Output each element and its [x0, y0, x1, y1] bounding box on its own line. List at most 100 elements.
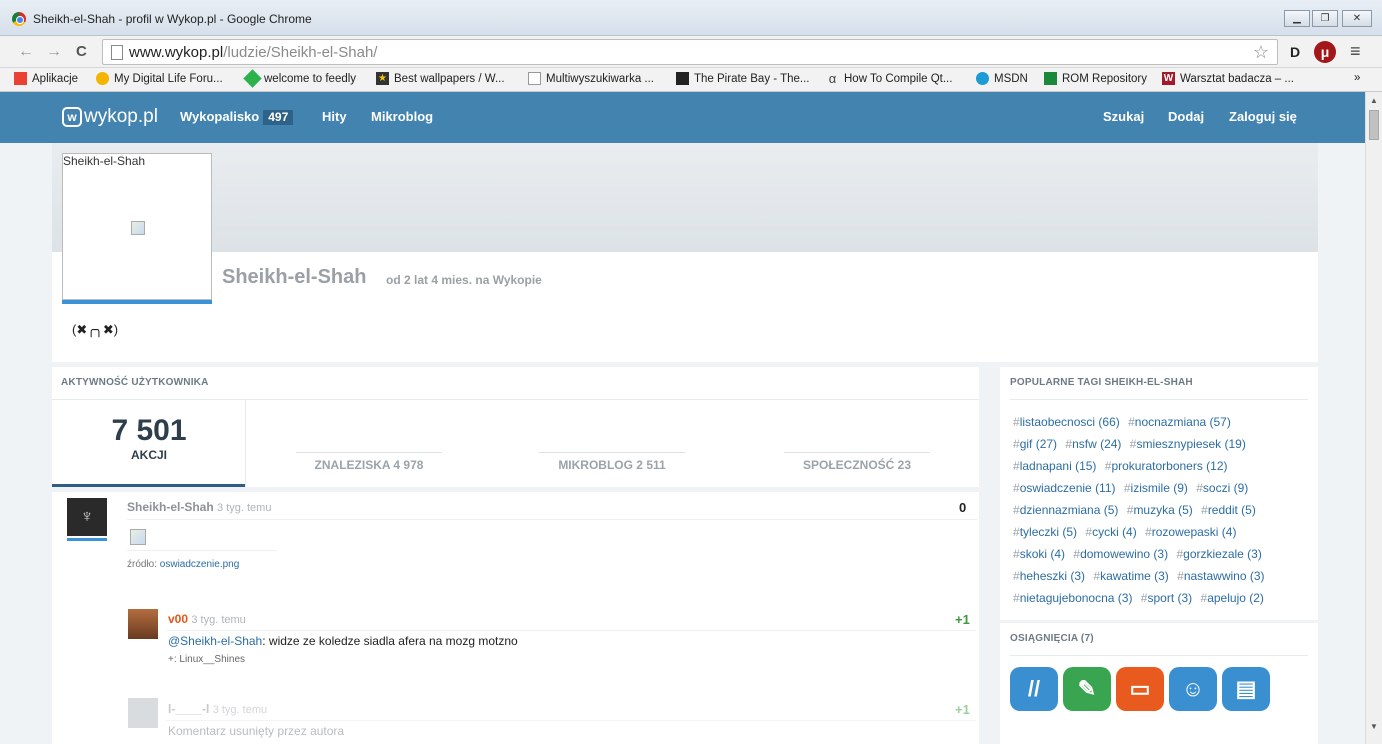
tag-link[interactable]: heheszki (3) [1013, 569, 1085, 583]
nav-mikroblog[interactable]: Mikroblog [371, 109, 433, 124]
table-icon [1044, 72, 1057, 85]
bookmark-piratebay[interactable]: The Pirate Bay - The... [676, 72, 809, 85]
comment-header: v00 3 tyg. temu [168, 612, 246, 626]
profile-banner [52, 143, 1318, 252]
comment-text: Komentarz usunięty przez autora [168, 724, 345, 738]
face-icon[interactable]: ☺ [1169, 667, 1217, 711]
bookmark-warsztat[interactable]: W Warsztat badacza – ... [1162, 72, 1294, 85]
tag-link[interactable]: gif (27) [1013, 437, 1057, 451]
comment-author[interactable]: v00 [168, 612, 188, 626]
pen-icon[interactable]: ✎ [1063, 667, 1111, 711]
site-navbar: w wykop.pl Wykopalisko 497 Hity Mikroblog … [0, 92, 1365, 143]
nav-wykopalisko[interactable]: Wykopalisko 497 [180, 109, 294, 125]
tag-link[interactable]: oswiadczenie (11) [1013, 481, 1116, 495]
mention-link[interactable]: @Sheikh-el-Shah [168, 634, 262, 648]
bookmark-msdn[interactable]: MSDN [976, 72, 1028, 85]
avatar[interactable]: Sheikh-el-Shah [62, 153, 212, 300]
post-header: Sheikh-el-Shah 3 tyg. temu [127, 500, 271, 514]
tags-header: POPULARNE TAGI SHEIKH-EL-SHAH [1010, 377, 1193, 388]
comment-author[interactable]: l-____-l [168, 702, 209, 716]
browser-toolbar: ← → C www.wykop.pl/ludzie/Sheikh-el-Shah… [0, 36, 1382, 68]
reload-icon[interactable]: C [76, 43, 87, 60]
minimize-button[interactable]: ▁ [1284, 10, 1310, 27]
tag-link[interactable]: nastawwino (3) [1177, 569, 1264, 583]
tag-link[interactable]: smiesznypiesek (19) [1130, 437, 1246, 451]
activity-feed: ♆ Sheikh-el-Shah 3 tyg. temu 0 źródło: o… [52, 492, 979, 744]
avatar-underline [67, 538, 107, 541]
bookmark-multiwyszukiwarka[interactable]: Multiwyszukiwarka ... [528, 72, 654, 85]
bookmark-mdl[interactable]: My Digital Life Foru... [96, 72, 223, 85]
back-icon[interactable]: ← [18, 43, 34, 61]
tag-link[interactable]: nietagujebonocna (3) [1013, 591, 1132, 605]
forward-icon[interactable]: → [46, 43, 62, 61]
address-bar[interactable]: www.wykop.pl/ludzie/Sheikh-el-Shah/ ☆ [102, 39, 1278, 65]
wykopalisko-count-badge: 497 [263, 110, 294, 125]
broken-image-icon [131, 221, 145, 235]
comment-time[interactable]: 3 tyg. temu [213, 704, 267, 716]
scroll-thumb[interactable] [1369, 110, 1379, 140]
tag-link[interactable]: sport (3) [1141, 591, 1192, 605]
tag-link[interactable]: ladnapani (15) [1013, 459, 1096, 473]
bookmark-rom-repository[interactable]: ROM Repository [1044, 72, 1147, 85]
post-source-link[interactable]: oswiadczenie.png [160, 559, 240, 570]
tab-spolecznosc[interactable]: SPOŁECZNOŚĆ 23 [784, 452, 930, 472]
bookmark-aplikacje[interactable]: Aplikacje [14, 72, 78, 85]
tag-link[interactable]: skoki (4) [1013, 547, 1065, 561]
tag-link[interactable]: reddit (5) [1201, 503, 1256, 517]
tag-link[interactable]: domowewino (3) [1073, 547, 1168, 561]
id-card-icon[interactable]: ▤ [1222, 667, 1270, 711]
tag-link[interactable]: izismile (9) [1124, 481, 1188, 495]
slashes-icon[interactable]: // [1010, 667, 1058, 711]
scroll-down-icon[interactable]: ▼ [1370, 722, 1378, 731]
divider [1010, 399, 1308, 400]
nav-zaloguj[interactable]: Zaloguj się [1229, 109, 1297, 124]
comment-plus-voters[interactable]: +: Linux__Shines [168, 654, 245, 665]
tag-link[interactable]: rozowepaski (4) [1145, 525, 1236, 539]
actions-total: 7 501 [111, 414, 187, 447]
post-time[interactable]: 3 tyg. temu [217, 502, 271, 514]
scroll-up-icon[interactable]: ▲ [1370, 96, 1378, 105]
tag-link[interactable]: listaobecnosci (66) [1013, 415, 1120, 429]
nav-szukaj[interactable]: Szukaj [1103, 109, 1144, 124]
tab-all-actions[interactable]: 7 501 AKCJI [52, 400, 246, 487]
wykop-logo-icon: w [62, 107, 82, 127]
comment-avatar[interactable] [128, 698, 158, 728]
wykop-logo[interactable]: w wykop.pl [62, 106, 158, 128]
broken-image-icon[interactable] [130, 529, 146, 545]
tag-link[interactable]: apelujo (2) [1201, 591, 1264, 605]
bookmark-star-icon[interactable]: ☆ [1253, 42, 1269, 63]
nav-hity[interactable]: Hity [322, 109, 347, 124]
extension-d-icon[interactable]: D [1284, 41, 1306, 63]
bookmark-wallpapers[interactable]: ★ Best wallpapers / W... [376, 72, 505, 85]
tag-link[interactable]: soczi (9) [1196, 481, 1248, 495]
bookmark-feedly[interactable]: welcome to feedly [243, 69, 356, 88]
post-avatar[interactable]: ♆ [67, 498, 107, 536]
speech-bubble-icon[interactable]: ▭ [1116, 667, 1164, 711]
tag-link[interactable]: tyleczki (5) [1013, 525, 1077, 539]
tab-znaleziska[interactable]: ZNALEZISKA 4 978 [296, 452, 442, 472]
tab-mikroblog[interactable]: MIKROBLOG 2 511 [539, 452, 685, 472]
post-score: 0 [959, 500, 967, 515]
bookmarks-more-button[interactable]: » [1354, 72, 1360, 84]
comment-time[interactable]: 3 tyg. temu [191, 614, 245, 626]
maximize-button[interactable]: ❐ [1312, 10, 1338, 27]
close-button[interactable]: ✕ [1342, 10, 1372, 27]
page-scrollbar[interactable]: ▲ ▼ [1365, 92, 1382, 744]
url-text[interactable]: www.wykop.pl/ludzie/Sheikh-el-Shah/ [129, 44, 377, 61]
utorrent-icon[interactable]: μ [1314, 41, 1336, 63]
bookmark-qt[interactable]: α How To Compile Qt... [826, 72, 953, 85]
tag-link[interactable]: dziennazmiana (5) [1013, 503, 1118, 517]
chrome-menu-icon[interactable]: ≡ [1350, 41, 1361, 62]
tag-link[interactable]: nocnazmiana (57) [1128, 415, 1231, 429]
tag-link[interactable]: kawatime (3) [1093, 569, 1168, 583]
nav-dodaj[interactable]: Dodaj [1168, 109, 1204, 124]
post-author[interactable]: Sheikh-el-Shah [127, 500, 214, 514]
tag-link[interactable]: gorzkiezale (3) [1176, 547, 1261, 561]
apps-grid-icon [14, 72, 27, 85]
tag-link[interactable]: nsfw (24) [1065, 437, 1121, 451]
tag-link[interactable]: muzyka (5) [1127, 503, 1193, 517]
comment-avatar[interactable] [128, 609, 158, 639]
tag-link[interactable]: prokuratorboners (12) [1105, 459, 1228, 473]
activity-panel: AKTYWNOŚĆ UŻYTKOWNIKA 7 501 AKCJI ZNALEZ… [52, 367, 979, 487]
tag-link[interactable]: cycki (4) [1085, 525, 1136, 539]
